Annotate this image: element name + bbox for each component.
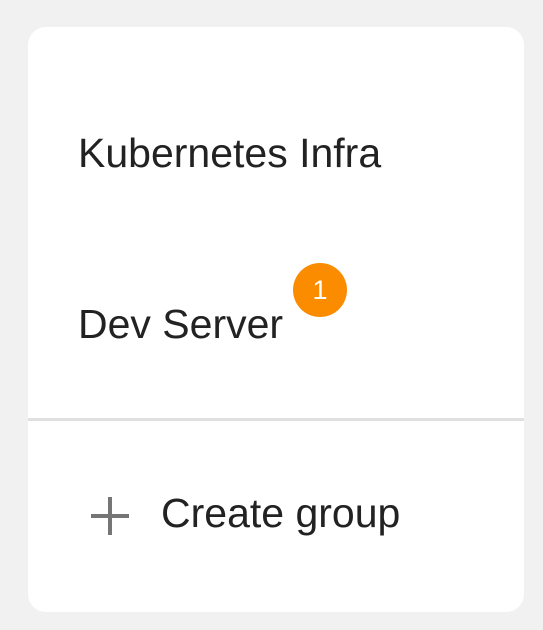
group-item-kubernetes-infra[interactable]: Kubernetes Infra xyxy=(28,119,524,199)
group-item-dev-server[interactable]: Dev Server 1 xyxy=(28,263,524,370)
create-group-label: Create group xyxy=(161,490,401,536)
create-group-button[interactable]: Create group xyxy=(28,467,524,567)
notification-badge: 1 xyxy=(293,263,347,317)
group-menu-card: Kubernetes Infra Dev Server 1 Create gro… xyxy=(28,27,524,612)
plus-icon xyxy=(89,495,131,537)
group-label: Kubernetes Infra xyxy=(78,130,382,176)
divider xyxy=(28,418,524,421)
group-label: Dev Server xyxy=(78,301,284,347)
